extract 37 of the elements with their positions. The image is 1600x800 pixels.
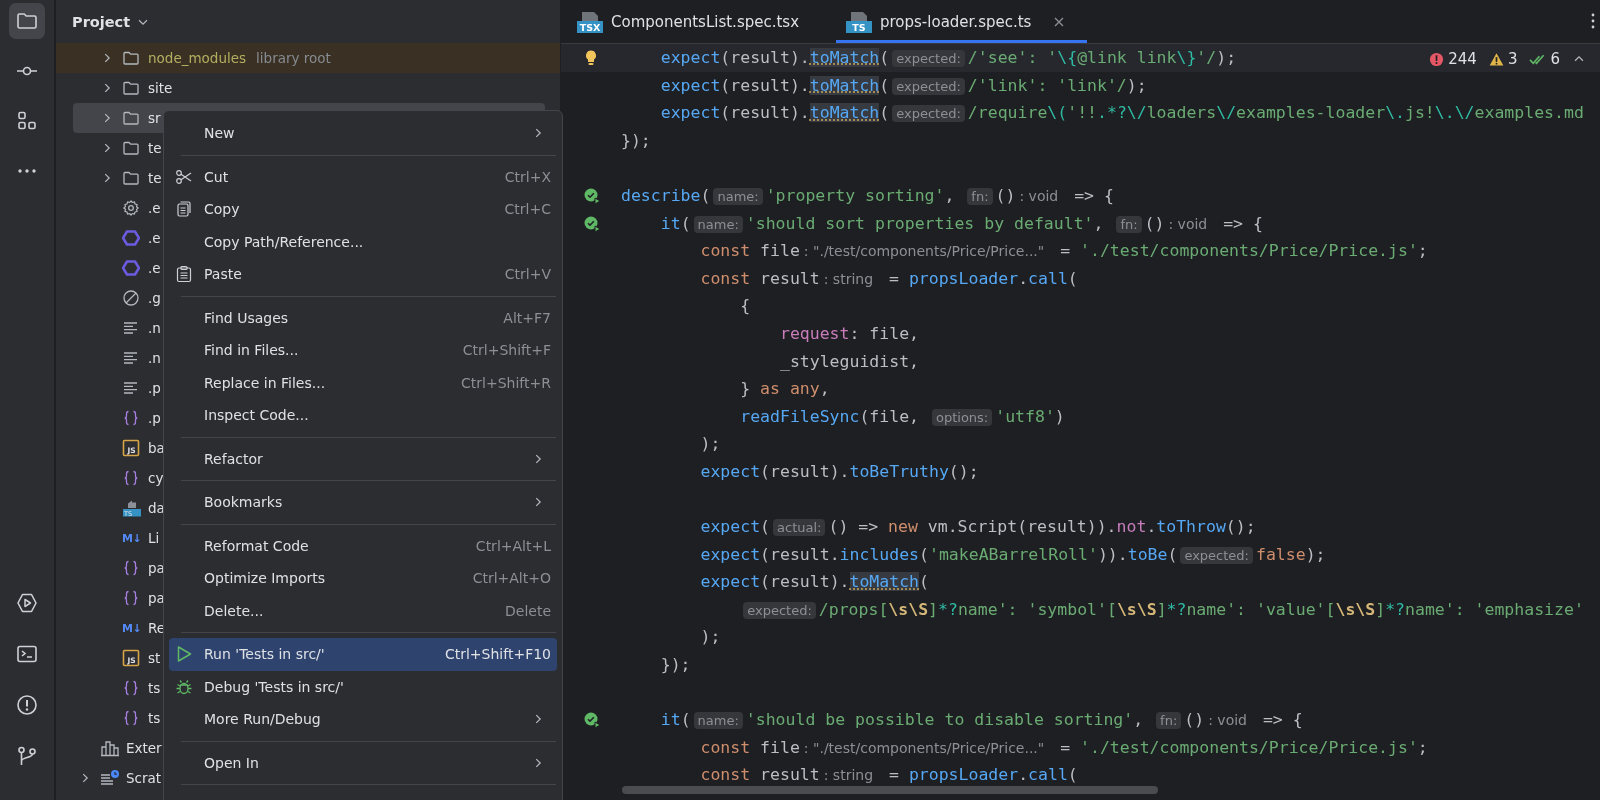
code-line: expect(result).toMatch( [699, 571, 930, 594]
code-line: expect(result).toMatch( expected: /'link': 'link'/); [659, 74, 1148, 97]
code-line: ); [699, 626, 722, 649]
shortcut-label: Ctrl+Alt+L [475, 537, 551, 554]
code-line: readFileSync(file, options: 'utf8') [739, 405, 1066, 428]
markdown-icon: M↓ [122, 531, 142, 545]
code-line: }); [659, 654, 692, 677]
shortcut-label: Ctrl+Shift+F [462, 342, 551, 359]
code-line: const result : string = propsLoader.call( [699, 764, 1079, 787]
shortcut-label: Ctrl+Alt+O [472, 570, 551, 587]
code-line: expect(result).toMatch( expected: /require\('!!.*?\/loaders\/examples-loader\.js!\.\/examples.md [659, 102, 1585, 125]
code-line: expected: /props[\s\S]*?name': 'symbol'[\s\S]*?name': 'value'[\s\S]*?name': 'emphasize' [561, 595, 1600, 624]
code-line: const file : "./test/components/Price/Price..." = './test/components/Price/Price.js'; [699, 736, 1429, 759]
code-line: expect(result.includes('makeABarrelRoll')).toBe( expected: false); [699, 543, 1327, 566]
shortcut-label: Ctrl+Shift+R [461, 374, 551, 391]
code-line: _styleguidist, [778, 350, 921, 373]
shortcut-label: Delete [505, 602, 551, 619]
code-line: const result : string = propsLoader.call( [699, 267, 1079, 290]
code-line: { [739, 295, 752, 318]
shortcut-label: Ctrl+Shift+F10 [444, 646, 551, 663]
item-note: library root [256, 50, 331, 66]
code-line: ); [699, 433, 722, 456]
shortcut-label: Ctrl+V [504, 266, 551, 283]
code-line: }); [620, 129, 652, 152]
code-line: const file : "./test/components/Price/Price..." = './test/components/Price/Price.js'; [699, 240, 1429, 263]
code-line: expect( actual: () => new vm.Script(result)).not.toThrow(); [699, 516, 1257, 539]
code-line: it( name: 'should be possible to disable sorting', fn: () : void => { [659, 709, 1304, 732]
shortcut-label: Alt+F7 [503, 309, 551, 326]
code-line: describe( name: 'property sorting', fn: () : void => { [620, 184, 1115, 207]
code-line: expect(result).toBeTruthy(); [699, 460, 980, 483]
panel-title: Project [72, 13, 131, 30]
code-line: request: file, [778, 322, 921, 345]
code-line: } as any, [739, 378, 831, 401]
shortcut-label: Ctrl+X [504, 168, 551, 185]
code-line: it( name: 'should sort properties by default', fn: () : void => { [659, 212, 1264, 235]
markdown-icon: M↓ [122, 621, 142, 635]
shortcut-label: Ctrl+C [504, 201, 551, 218]
